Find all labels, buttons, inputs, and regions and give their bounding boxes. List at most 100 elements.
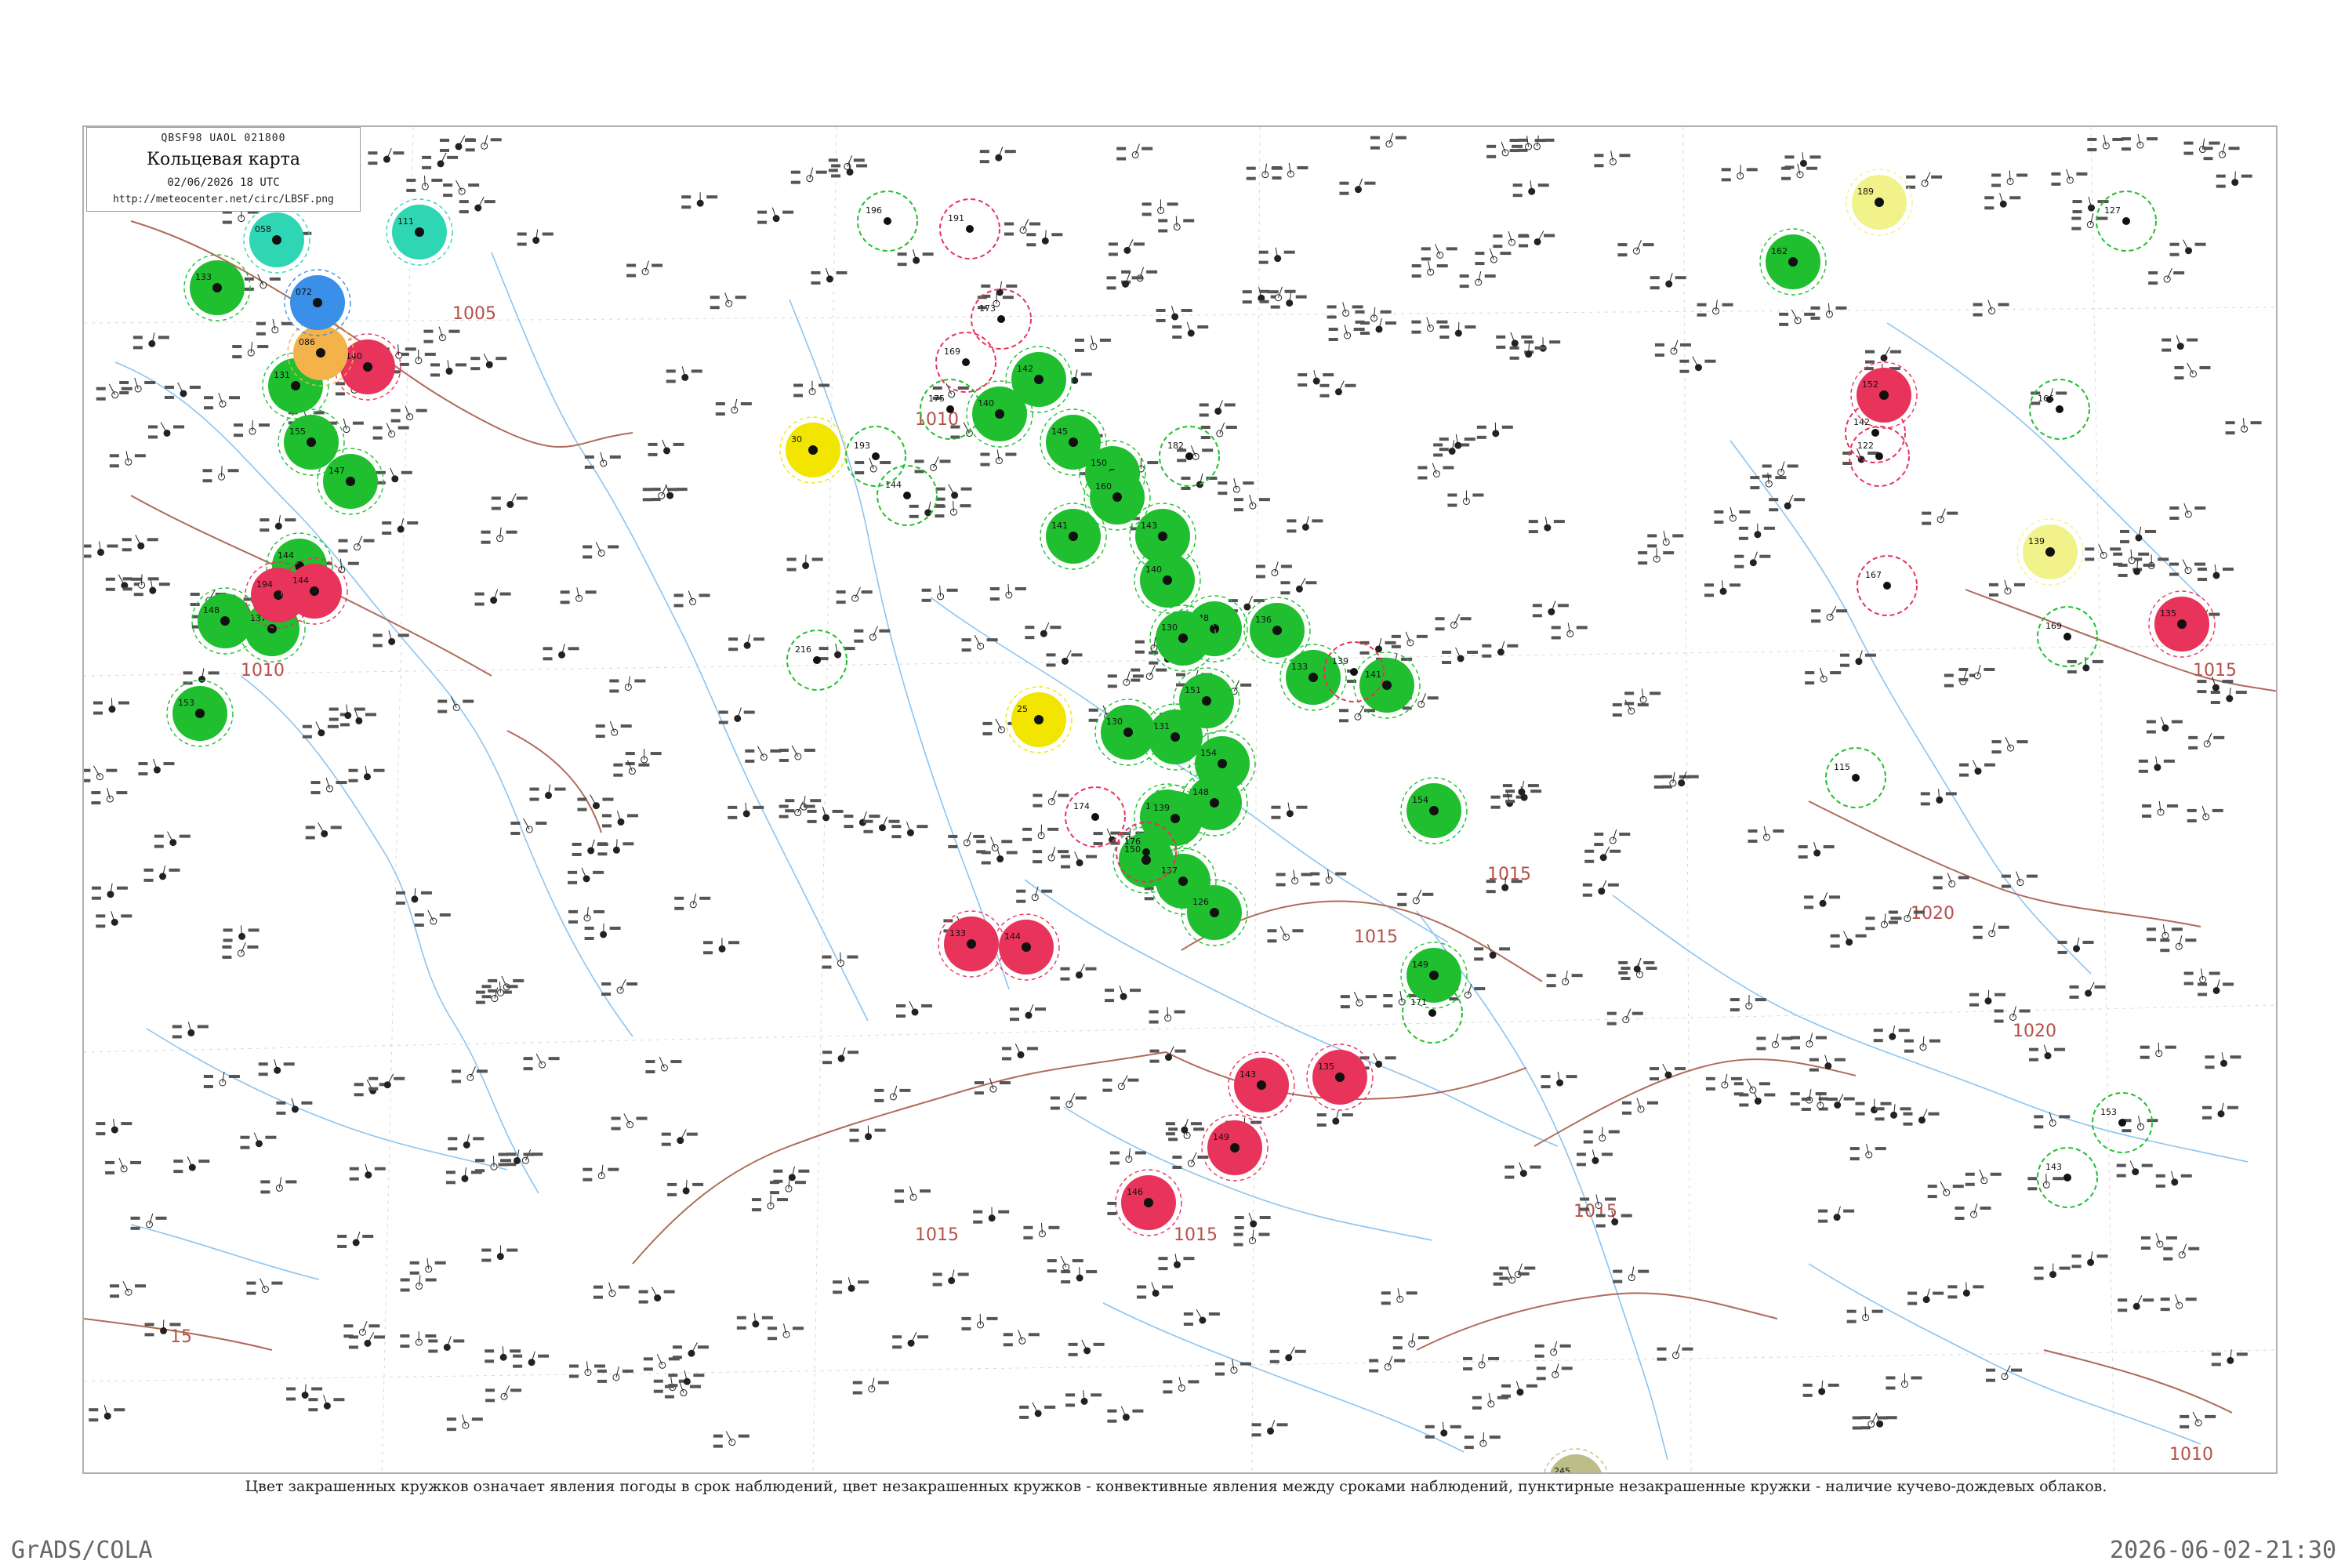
station-plot [1271,802,1308,819]
station-plot [1958,760,1995,777]
station-plot [240,1132,277,1149]
station-plot [1650,1063,1686,1081]
station-plot [2169,239,2206,256]
station-plot [2001,871,2038,888]
station-plot [757,207,794,224]
station-filled-circle[interactable]: 25 [1005,686,1073,753]
station-plot [1991,736,2028,754]
stations-layer[interactable]: 1331311551471441481371531401421451501411… [166,169,2216,1474]
station-ring-circle[interactable]: 169 [2037,606,2098,667]
station-filled-circle[interactable]: 147 [317,448,384,515]
station-plot [1922,508,1958,525]
station-value: 154 [1200,748,1217,758]
station-plot [773,1166,810,1183]
station-dot [1142,848,1150,856]
station-plot [2203,143,2240,161]
station-filled-circle[interactable]: 153 [166,680,234,747]
station-value: 131 [1153,721,1170,731]
station-plot [1779,309,1816,326]
station-filled-circle[interactable]: 143 [1228,1051,1295,1119]
station-plot [1033,790,1069,808]
station-plot [1582,880,1619,897]
station-filled-circle[interactable]: 162 [1759,228,1827,296]
station-ring-circle[interactable]: 122 [1849,426,1910,487]
station-ring-circle[interactable]: 115 [1825,747,1886,808]
station-plot [1973,922,2009,939]
station-value: 154 [1412,795,1428,805]
station-filled-circle[interactable]: 126 [1181,879,1248,946]
station-ring-circle[interactable]: 191 [939,198,1000,260]
station-plot [1328,324,1365,341]
station-filled-circle[interactable]: 140 [1134,546,1201,614]
station-filled-circle[interactable]: 111 [386,198,453,266]
station-plot [625,749,662,766]
station-filled-circle[interactable]: 058 [243,206,310,274]
station-filled-circle[interactable]: 133 [183,254,251,321]
station-filled-circle[interactable]: 189 [1846,169,1913,236]
station-plot [510,818,547,835]
station-plot [1234,1212,1271,1230]
station-plot [1476,422,1513,439]
map-url[interactable]: http://meteocenter.net/circ/LBSF.png [87,194,360,205]
station-plot [1903,1109,1940,1126]
station-filled-circle[interactable]: 245 [1543,1448,1609,1474]
station-value: 141 [1365,670,1381,680]
station-plot [91,883,128,900]
station-filled-circle[interactable]: 130 [1094,699,1162,766]
station-plot [1026,230,1063,247]
station-ring-circle[interactable]: 193 [845,426,906,487]
station-filled-circle[interactable]: 135 [1306,1044,1374,1111]
station-value: 147 [328,466,345,476]
station-plot [1617,239,1654,257]
station-filled-circle[interactable]: 133 [938,910,1005,978]
station-dot [1185,452,1193,460]
station-plot [661,1129,698,1146]
station-plot [1509,135,1546,153]
station-plot [1802,1380,1839,1397]
station-filled-circle[interactable]: 146 [1115,1169,1182,1236]
station-plot [1433,440,1470,457]
station-value: 167 [1865,570,1882,580]
station-plot [1594,829,1631,847]
station-ring-circle[interactable]: 166 [2029,379,2090,440]
station-value: 130 [1106,717,1123,727]
station-dot [291,381,300,390]
station-plot [645,1056,682,1074]
station-filled-circle[interactable]: 133 [1279,644,1347,711]
station-plot [84,765,118,782]
station-value: 146 [1127,1187,1143,1197]
station-filled-circle[interactable]: 149 [1201,1114,1269,1181]
station-value: 145 [1051,426,1068,437]
weather-map[interactable]: 1005101010101015101510151015101510151020… [84,127,2278,1474]
station-plot [1805,667,1842,685]
station-plot [1009,1004,1046,1022]
station-dot [997,315,1005,323]
station-ring-circle[interactable]: 167 [1857,555,1918,616]
station-plot [1927,1181,1964,1199]
station-filled-circle[interactable]: 135 [2148,590,2216,658]
station-ring-circle[interactable]: 216 [786,630,848,691]
station-plot [818,644,855,661]
station-plot [811,267,848,285]
station-dot [2056,405,2063,413]
station-filled-circle[interactable]: 072 [284,269,351,336]
station-filled-circle[interactable]: 154 [1400,777,1468,844]
station-plot [513,1351,550,1368]
station-ring-circle[interactable]: 196 [857,191,918,252]
station-filled-circle[interactable]: 144 [993,913,1060,981]
station-ring-circle[interactable]: 153 [2092,1092,2153,1153]
station-plot [1319,380,1356,397]
station-dot [995,409,1004,419]
station-plot [349,1163,386,1181]
station-filled-circle[interactable]: 30 [779,416,847,484]
station-plot [2118,1295,2154,1312]
station-dot [1171,732,1180,742]
station-dot [2045,547,2055,557]
station-ring-circle[interactable]: 144 [877,465,938,526]
station-plot [1986,1365,2023,1382]
station-plot [1769,495,1806,512]
station-value: 133 [195,272,212,282]
station-plot [1846,1306,1883,1323]
station-filled-circle[interactable]: 139 [2016,518,2084,586]
station-ring-circle[interactable]: 174 [1065,786,1126,848]
